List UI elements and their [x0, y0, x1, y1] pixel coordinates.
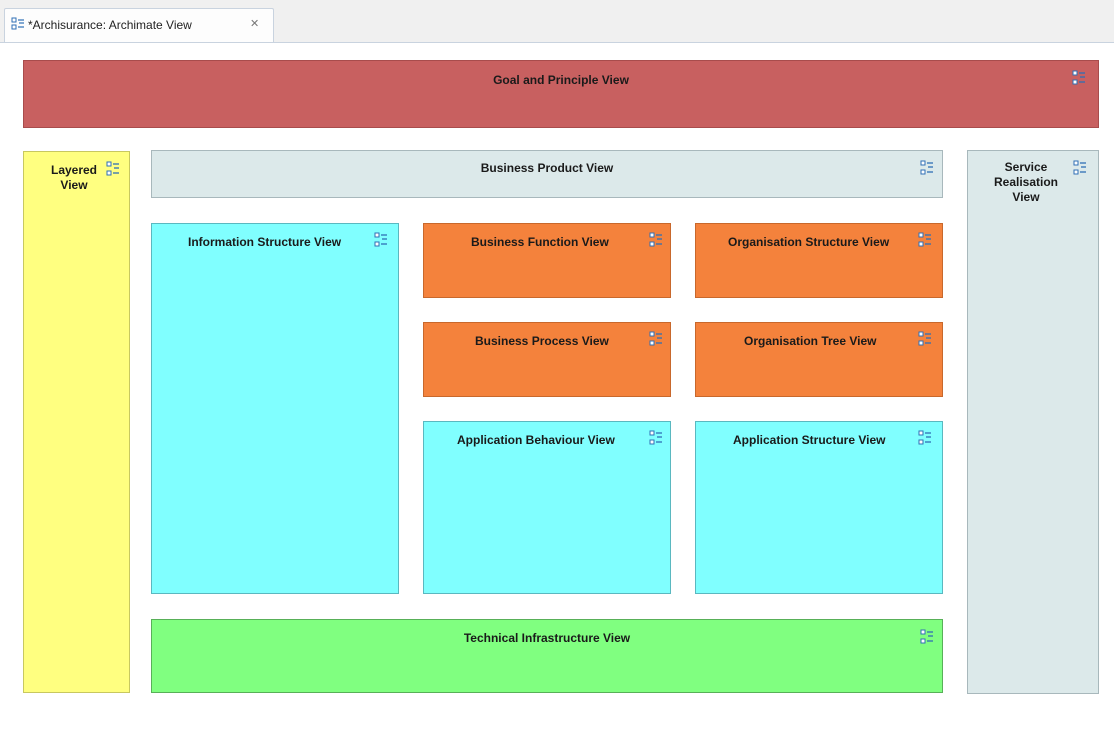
information-structure-view-ref[interactable]: Information Structure View — [151, 223, 399, 594]
diagram-reference-icon — [649, 430, 663, 446]
organisation-tree-view-ref[interactable]: Organisation Tree View — [695, 322, 943, 397]
goal-principle-view-label: Goal and Principle View — [493, 73, 629, 87]
service-realisation-label-line3: View — [1012, 190, 1040, 204]
diagram-canvas[interactable]: Goal and Principle View Layered View Bus… — [0, 43, 1114, 742]
service-realisation-label-line1: Service — [1004, 160, 1048, 174]
application-behaviour-view-label: Application Behaviour View — [457, 433, 615, 447]
information-structure-view-label: Information Structure View — [188, 235, 342, 249]
editor-tab-bar: *Archisurance: Archimate View ✕ — [0, 0, 1114, 43]
business-process-view-ref[interactable]: Business Process View — [423, 322, 671, 397]
diagram-reference-icon — [649, 232, 663, 248]
tab-archisurance-view[interactable]: *Archisurance: Archimate View ✕ — [4, 8, 274, 42]
layered-view-label-line2: View — [60, 178, 88, 192]
diagram-reference-icon — [918, 331, 932, 347]
diagram-reference-icon — [106, 161, 120, 177]
diagram-reference-icon — [1073, 160, 1087, 176]
service-realisation-label-line2: Realisation — [993, 175, 1059, 189]
layered-view-label-line1: Layered — [50, 163, 98, 177]
diagram-reference-icon — [920, 160, 934, 176]
business-function-view-ref[interactable]: Business Function View — [423, 223, 671, 298]
service-realisation-view-ref[interactable]: Service Realisation View — [967, 150, 1099, 694]
tab-title: *Archisurance: Archimate View — [28, 18, 192, 32]
application-structure-view-label: Application Structure View — [733, 433, 886, 447]
layered-view-ref[interactable]: Layered View — [23, 151, 130, 693]
technical-infrastructure-view-ref[interactable]: Technical Infrastructure View — [151, 619, 943, 693]
organisation-structure-view-label: Organisation Structure View — [728, 235, 890, 249]
diagram-reference-icon — [1072, 70, 1086, 86]
diagram-reference-icon — [920, 629, 934, 645]
business-product-view-ref[interactable]: Business Product View — [151, 150, 943, 198]
diagram-reference-icon — [918, 430, 932, 446]
close-icon[interactable]: ✕ — [250, 17, 259, 30]
goal-principle-view-ref[interactable]: Goal and Principle View — [23, 60, 1099, 128]
diagram-reference-icon — [374, 232, 388, 248]
business-product-view-label: Business Product View — [480, 161, 614, 175]
application-structure-view-ref[interactable]: Application Structure View — [695, 421, 943, 594]
diagram-reference-icon — [918, 232, 932, 248]
diagram-model-icon — [11, 17, 25, 36]
business-process-view-label: Business Process View — [475, 334, 609, 348]
application-behaviour-view-ref[interactable]: Application Behaviour View — [423, 421, 671, 594]
organisation-structure-view-ref[interactable]: Organisation Structure View — [695, 223, 943, 298]
technical-infrastructure-view-label: Technical Infrastructure View — [463, 631, 631, 645]
organisation-tree-view-label: Organisation Tree View — [744, 334, 877, 348]
diagram-reference-icon — [649, 331, 663, 347]
service-realisation-view-label: Service Realisation View — [986, 160, 1066, 205]
layered-view-label: Layered View — [44, 163, 104, 193]
business-function-view-label: Business Function View — [471, 235, 609, 249]
